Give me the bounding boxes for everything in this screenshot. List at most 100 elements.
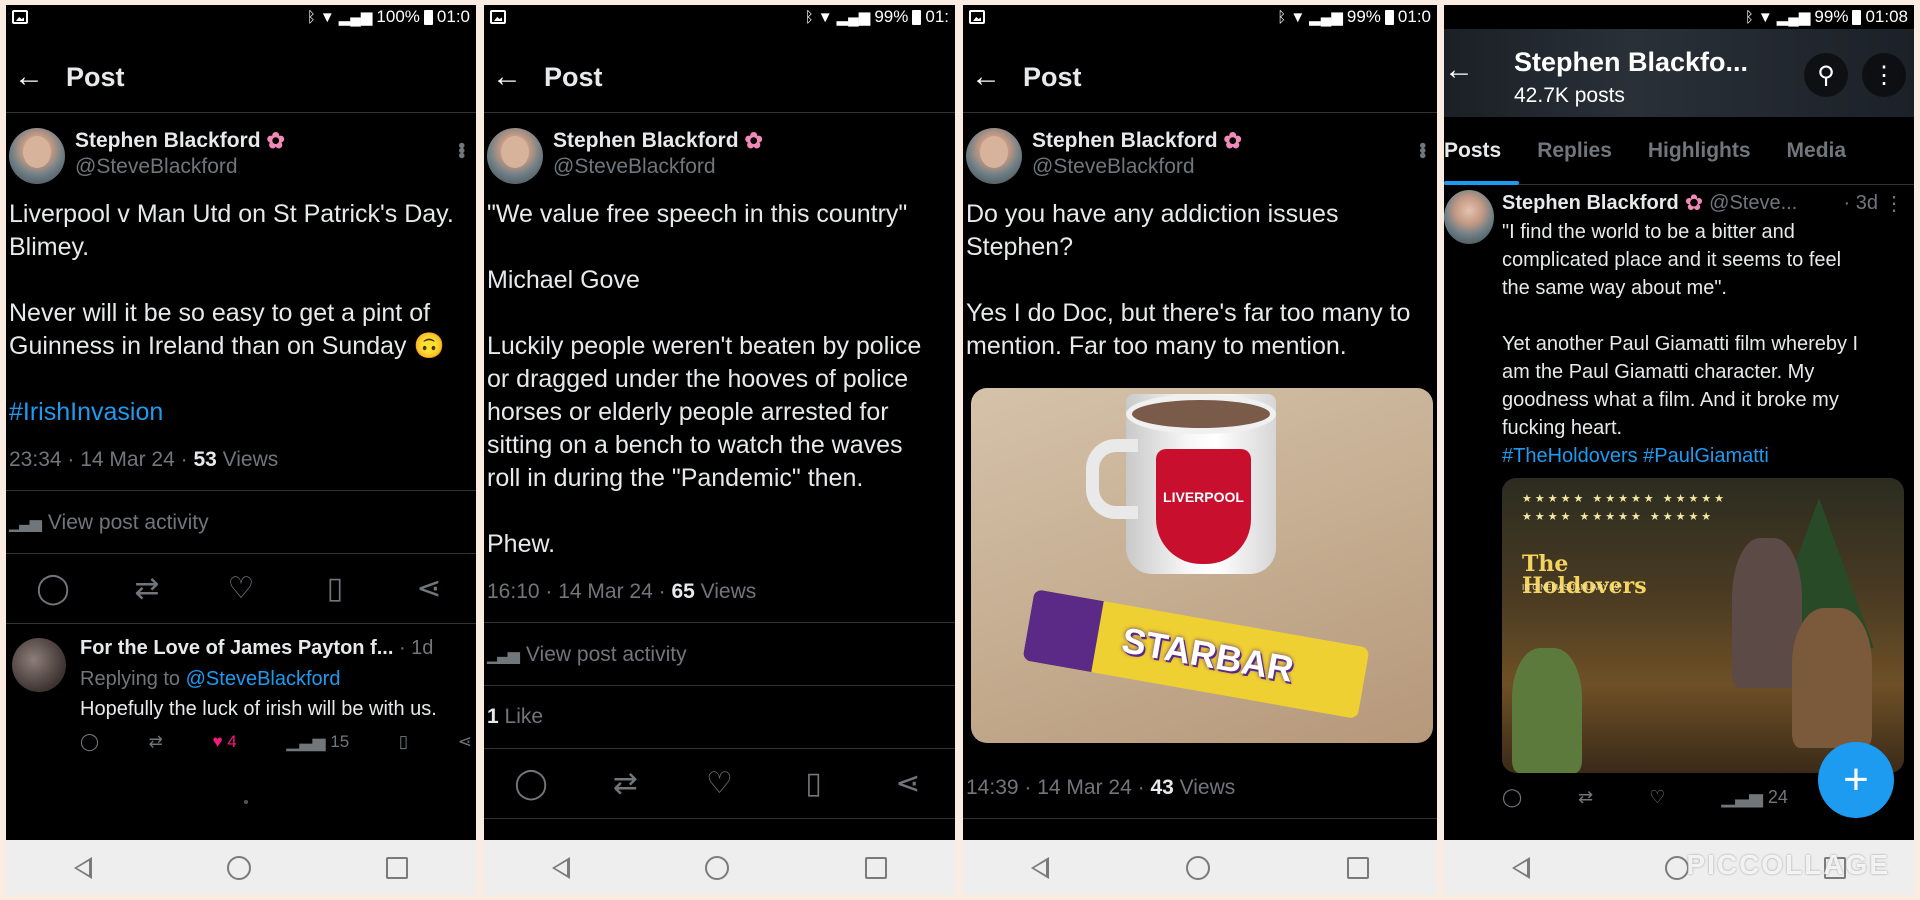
replying-to: Replying to @SteveBlackford (80, 668, 341, 690)
like-icon[interactable]: ♡ (219, 571, 263, 606)
reply-author-name[interactable]: For the Love of James Payton f... · 1d (80, 637, 433, 660)
more-options-icon[interactable]: ••• (449, 142, 472, 157)
post-photo[interactable]: LIVERPOOL STARBAR (971, 388, 1433, 743)
post-author[interactable]: Stephen Blackford ✿ @SteveBlackford ••• (963, 128, 1437, 184)
post-top-bar: ← Post (963, 45, 1437, 109)
tab-replies[interactable]: Replies (1519, 117, 1630, 185)
nav-recents-icon[interactable] (386, 856, 409, 879)
back-arrow-icon[interactable]: ← (963, 60, 1023, 94)
avatar[interactable] (487, 128, 543, 184)
back-arrow-icon[interactable]: ← (484, 60, 544, 94)
movie-poster-image[interactable]: ★★★★★ ★★★★★ ★★★★★ ★★★★ ★★★★★ ★★★★★ The H… (1502, 478, 1904, 773)
share-icon[interactable]: ⋖ (886, 766, 930, 801)
post-author[interactable]: Stephen Blackford ✿ @SteveBlackford ••• (6, 128, 476, 184)
likes-count: 1 (487, 705, 499, 728)
more-options-icon[interactable]: ⋮ (1884, 191, 1904, 216)
replying-handle-link[interactable]: @SteveBlackford (186, 668, 341, 690)
views-count: 43 (1150, 776, 1174, 799)
clock: 01:0 (1397, 7, 1431, 26)
status-bar: ᛒ ▼ ▂▄▆ 99% 01:08 (1444, 5, 1914, 29)
author-name[interactable]: Stephen Blackford (553, 128, 739, 154)
bluetooth-icon: ᛒ (1744, 8, 1754, 26)
reply-icon[interactable]: ◯ (80, 732, 99, 752)
post-timestamp: 23:34 · 14 Mar 24 · (9, 448, 194, 471)
bookmark-icon[interactable]: ▯ (399, 732, 408, 752)
reply-icon[interactable]: ◯ (509, 766, 553, 801)
post-author[interactable]: Stephen Blackford ✿ @SteveBlackford (484, 128, 955, 184)
author-handle[interactable]: @SteveBlackford (1032, 154, 1242, 180)
flower-emoji-icon: ✿ (1223, 128, 1242, 153)
repost-icon[interactable]: ⇄ (125, 571, 169, 606)
reply-avatar[interactable] (12, 638, 66, 692)
back-arrow-icon[interactable]: ← (1444, 53, 1474, 87)
author-name[interactable]: Stephen Blackford (1032, 128, 1218, 154)
wifi-icon: ▼ (817, 8, 833, 26)
view-post-activity[interactable]: ▁▃▅ View post activity (487, 643, 687, 667)
avatar[interactable] (1444, 190, 1494, 244)
liverpool-crest: LIVERPOOL (1156, 449, 1251, 564)
bookmark-icon[interactable]: ▯ (313, 571, 357, 606)
nav-back-icon[interactable] (1031, 856, 1050, 879)
nav-recents-icon[interactable] (865, 856, 888, 879)
compose-post-button[interactable]: + (1818, 742, 1894, 818)
flower-emoji-icon: ✿ (266, 128, 285, 153)
status-bar: ᛒ ▼ ▂▄▆ 99% 01: (484, 5, 955, 29)
image-notification-icon (12, 10, 28, 24)
battery-icon (912, 9, 922, 25)
author-handle[interactable]: @Steve... (1709, 192, 1797, 215)
repost-icon[interactable]: ⇄ (603, 766, 647, 801)
liked-heart-icon[interactable]: ♥ 4 (212, 732, 236, 752)
bookmark-icon[interactable]: ▯ (792, 766, 836, 801)
nav-back-icon[interactable] (73, 856, 92, 879)
battery-percent: 99% (1814, 7, 1849, 26)
poster-subtitle: IN CINEMAS JANUARY 19 (1522, 583, 1620, 592)
nav-home-icon[interactable] (1185, 855, 1210, 880)
nav-back-icon[interactable] (551, 856, 570, 879)
tab-posts[interactable]: Posts (1444, 117, 1520, 185)
author-name[interactable]: Stephen Blackford (75, 128, 261, 154)
like-icon[interactable]: ♡ (697, 766, 741, 801)
reply-text: Hopefully the luck of irish will be with… (80, 698, 437, 720)
like-icon[interactable]: ♡ (1649, 787, 1665, 808)
nav-recents-icon[interactable] (1346, 856, 1369, 879)
search-icon[interactable]: ⚲ (1804, 53, 1848, 97)
avatar[interactable] (9, 128, 65, 184)
reply-icon[interactable]: ◯ (31, 571, 75, 606)
tab-media[interactable]: Media (1769, 117, 1865, 185)
wifi-icon: ▼ (1290, 8, 1306, 26)
signal-icon: ▂▄▆ (1776, 9, 1811, 26)
share-icon[interactable]: ⋖ (458, 732, 472, 752)
repost-icon[interactable]: ⇄ (149, 732, 163, 752)
nav-home-icon[interactable] (226, 855, 251, 880)
post-header[interactable]: Stephen Blackford ✿ @Steve... · 3d ⋮ (1502, 190, 1904, 216)
post-text: Liverpool v Man Utd on St Patrick's Day.… (9, 200, 454, 360)
author-handle[interactable]: @SteveBlackford (553, 154, 763, 180)
status-bar: ᛒ ▼ ▂▄▆ 99% 01:0 (963, 5, 1437, 29)
hashtag-link[interactable]: #IrishInvasion (9, 396, 472, 429)
hashtag-links[interactable]: #TheHoldovers #PaulGiamatti (1502, 445, 1769, 467)
author-handle[interactable]: @SteveBlackford (75, 154, 285, 180)
more-options-icon[interactable]: ⋮ (1862, 53, 1906, 97)
page-title: Post (1023, 61, 1082, 92)
reply-icon[interactable]: ◯ (1502, 787, 1522, 808)
repost-icon[interactable]: ⇄ (1578, 787, 1593, 808)
bluetooth-icon: ᛒ (306, 8, 316, 26)
nav-back-icon[interactable] (1511, 856, 1530, 879)
views-label: Views (216, 448, 279, 471)
activity-label: View post activity (47, 511, 209, 534)
views-icon[interactable]: ▁▃▅ 15 (286, 732, 349, 752)
back-arrow-icon[interactable]: ← (6, 60, 66, 94)
author-name[interactable]: Stephen Blackford (1502, 192, 1679, 215)
divider (484, 685, 955, 686)
share-icon[interactable]: ⋖ (407, 571, 451, 606)
views-icon[interactable]: ▁▃▅ 24 (1721, 787, 1788, 808)
avatar[interactable] (966, 128, 1022, 184)
views-count: 65 (671, 580, 695, 603)
post-top-bar: ← Post (6, 45, 476, 109)
likes-summary[interactable]: 1 Like (487, 705, 543, 729)
nav-home-icon[interactable] (705, 855, 730, 880)
view-post-activity[interactable]: ▁▃▅ View post activity (9, 511, 209, 535)
tab-highlights[interactable]: Highlights (1630, 117, 1769, 185)
more-options-icon[interactable]: ••• (1410, 142, 1433, 157)
wifi-icon: ▼ (1757, 8, 1773, 26)
